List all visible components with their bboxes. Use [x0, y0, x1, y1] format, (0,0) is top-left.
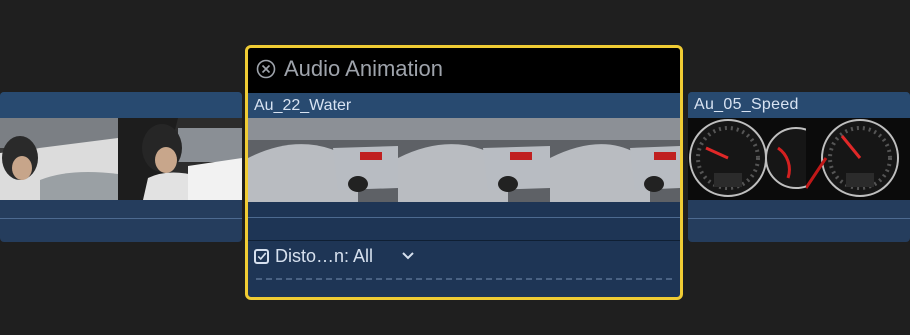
left-clip-filmstrip — [0, 118, 242, 200]
left-clip-title-bar — [0, 92, 242, 118]
audio-animation-title: Audio Animation — [284, 56, 443, 81]
right-clip[interactable]: Au_05_Speed — [688, 92, 910, 242]
speedometer-thumb — [806, 118, 910, 200]
timeline: Au_05_Speed Audio Animation Au_22_Water … — [0, 0, 910, 335]
race-driver-helmet-thumb — [118, 118, 242, 200]
left-clip[interactable] — [0, 92, 242, 242]
center-clip-name: Au_22_Water — [254, 97, 352, 114]
audio-animation-editor[interactable]: Audio Animation Au_22_Water Disto…n: All — [245, 45, 683, 300]
effect-row[interactable]: Disto…n: All — [254, 246, 415, 266]
right-clip-divider — [688, 218, 910, 219]
race-driver-helmet-thumb — [0, 118, 118, 200]
effect-lane-divider — [248, 240, 680, 241]
close-circle-icon[interactable] — [256, 59, 276, 79]
speedometer-thumb — [688, 118, 806, 200]
car-water-splash-thumb — [550, 118, 680, 202]
car-water-splash-thumb — [398, 118, 550, 202]
effect-label: Disto…n: All — [275, 245, 374, 266]
right-clip-name: Au_05_Speed — [694, 96, 799, 113]
effect-enable-checkbox[interactable] — [254, 248, 269, 264]
car-water-splash-thumb — [248, 118, 398, 202]
center-clip-divider — [248, 217, 680, 218]
keyframe-line[interactable] — [256, 278, 672, 280]
chevron-down-icon[interactable] — [401, 251, 415, 261]
left-clip-divider — [0, 218, 242, 219]
center-clip-filmstrip — [248, 118, 680, 202]
right-clip-filmstrip — [688, 118, 910, 200]
audio-animation-header: Audio Animation — [248, 48, 680, 93]
